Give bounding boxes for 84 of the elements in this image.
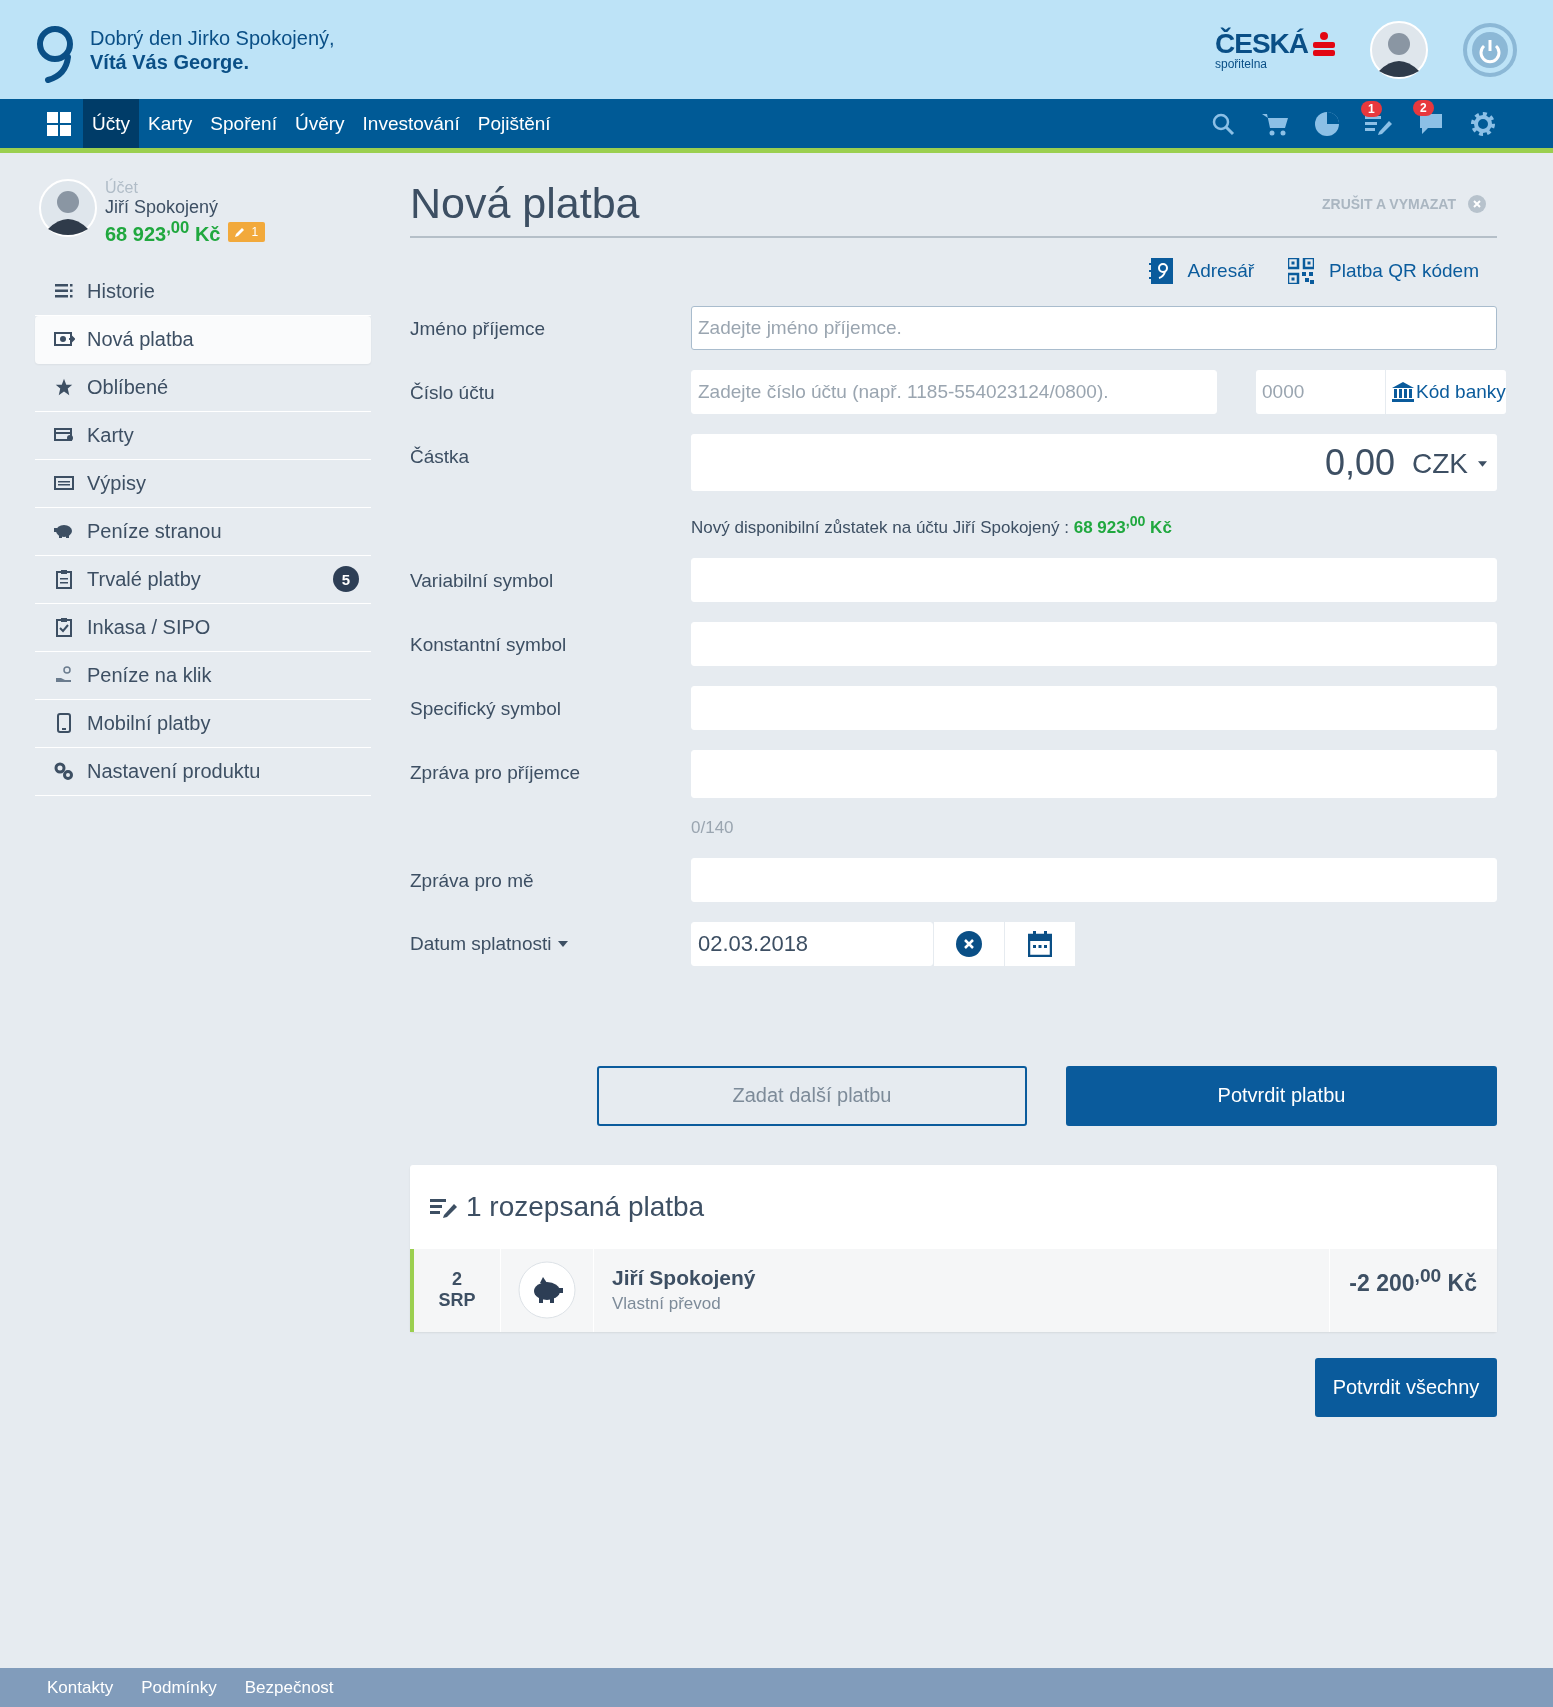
badge-count: 1 [251,224,259,239]
account-number-field[interactable]: Zadejte číslo účtu (např. 1185-554023124/0800). [691,370,1217,414]
cart-icon[interactable] [1261,111,1289,136]
date-type-dropdown[interactable]: Datum splatnosti [410,932,691,955]
draft-name: Jiří Spokojený [612,1266,757,1291]
draft-row[interactable]: 2 SRP Jiří Spokojený Vlastní převod -2 200$^{,00}$ Kč [410,1248,1497,1332]
power-icon[interactable] [1462,21,1518,78]
notification-badge: 1 [1361,100,1382,117]
clipboard-icon [53,569,75,590]
chat-icon[interactable] [1418,111,1444,136]
logo-icon [36,24,74,83]
avatar[interactable] [1370,20,1428,79]
greeting-text: Dobrý den Jirko Spokojený, [90,25,335,50]
banknote-icon [53,332,75,347]
page-title: Nová platba [410,179,641,228]
avatar [39,179,97,237]
piggy-bank-icon [53,523,75,540]
balance-note: Nový disponibilní zůstatek na účtu Jiří Spokojený : 68 923$^{,00}$ Kč [691,513,1173,538]
sidebar-item[interactable]: Výpisy [35,459,371,508]
nav-tab[interactable]: Úvěry [285,99,354,148]
pie-chart-icon[interactable] [1314,110,1340,137]
nav-tab[interactable]: Účty [83,99,139,148]
welcome-text: Vítá Vás George. [90,49,250,74]
sidebar-item[interactable]: Karty [35,411,371,460]
draft-count: 2 [452,1269,462,1291]
bank-icon [1392,382,1414,402]
clear-date-button[interactable] [933,921,1004,966]
card-icon [53,428,75,443]
field-label: Částka [410,445,471,469]
tool-link[interactable]: Platba QR kódem [1288,258,1479,284]
sidebar-item[interactable]: Peníze stranou [35,507,371,556]
draft-code: SRP [438,1290,476,1312]
field-label: Zpráva pro mě [410,868,535,893]
bank-logo: ČESKÁ spořitelna [1215,28,1336,71]
draft-type: Vlastní převod [612,1294,722,1315]
draft-amount: -2 200$^{,00}$ Kč [1329,1248,1497,1332]
nav-tab[interactable]: Pojištění [468,99,560,148]
piggy-bank-icon [518,1261,576,1320]
sidebar-item[interactable]: Trvalé platby 5 [35,555,371,604]
clipboard-check-icon [53,617,75,638]
nav-tab[interactable]: Spoření [201,99,286,148]
sidebar-item[interactable]: Oblíbené [35,363,371,412]
caret-icon [1478,461,1487,467]
sidebar-item[interactable]: Historie [35,267,371,316]
statement-icon [53,476,75,491]
sidebar-item[interactable]: Mobilní platby [35,699,371,748]
tool-link[interactable]: Adresář [1148,258,1255,284]
sidebar-item[interactable]: Peníze na klik [35,651,371,700]
drafts-title: 1 rozepsaná platba [466,1190,705,1223]
sidebar-item[interactable]: Inkasa / SIPO [35,603,371,652]
caret-icon [557,940,568,947]
field-label: Číslo účtu [410,381,496,405]
sidebar-item[interactable]: Nastavení produktu [35,747,371,796]
calendar-button[interactable] [1004,921,1075,966]
bank-code-field[interactable]: 0000 Kód banky [1256,370,1506,414]
apps-icon[interactable] [47,111,71,136]
account-name: Jiří Spokojený [105,197,220,218]
qr-code-icon [1288,258,1315,284]
address-book-icon [1148,258,1173,284]
nav-tab[interactable]: Investování [353,99,469,148]
date-field[interactable]: 02.03.2018 [691,921,933,966]
bank-code-button[interactable]: Kód banky [1386,370,1506,414]
nav-tab[interactable]: Karty [139,99,202,148]
pencil-icon [235,226,246,237]
field-label: Zpráva pro příjemce [410,760,581,785]
field-label: Konstantní symbol [410,632,568,657]
field-label: Variabilní symbol [410,568,555,593]
notification-badge: 2 [1413,99,1434,116]
calendar-icon [1028,930,1052,957]
currency-dropdown[interactable]: CZK [1412,448,1487,480]
character-counter: 0/140 [691,817,735,838]
field-label: Jméno příjemce [410,317,547,341]
confirm-all-button[interactable]: Potvrdit všechny [1315,1357,1497,1417]
search-icon[interactable] [1211,111,1235,136]
list-icon [53,284,75,299]
account-balance: 68 923$^{,00}$ Kč [105,218,221,246]
text-field[interactable]: Zadejte jméno příjemce. [691,306,1497,350]
field-label: Specifický symbol [410,696,562,721]
count-badge: 5 [333,566,359,593]
settings-icon[interactable] [1470,110,1496,137]
clear-icon [956,930,982,957]
sidebar-item[interactable]: Nová platba [35,315,371,364]
gears-icon [53,762,75,781]
confirm-button[interactable]: Potvrdit platbu [1066,1065,1497,1126]
